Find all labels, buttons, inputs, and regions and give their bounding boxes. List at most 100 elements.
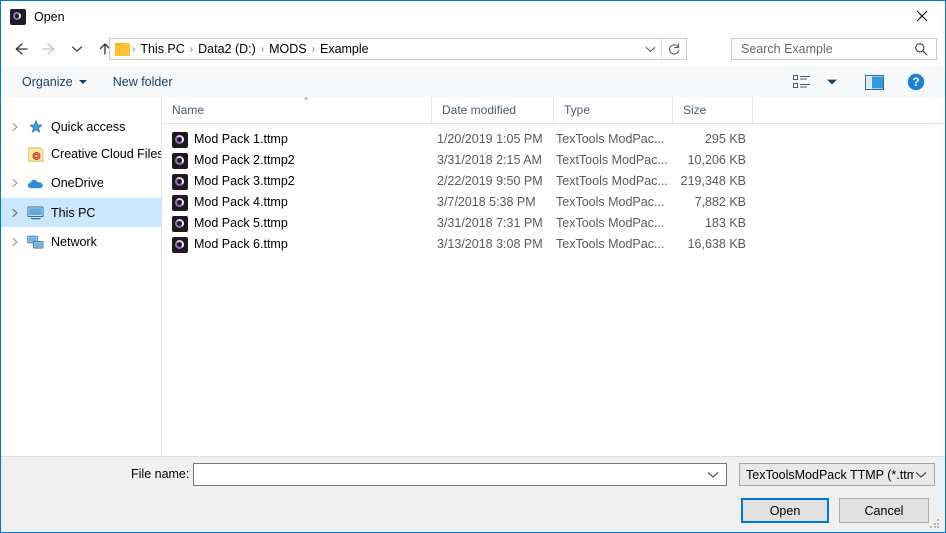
- expander-placeholder: [7, 146, 23, 162]
- navigation-sidebar: Quick access Creative Cloud Files OneDri…: [1, 97, 162, 456]
- back-arrow-icon[interactable]: [7, 35, 35, 63]
- open-button[interactable]: Open: [741, 498, 829, 523]
- file-name-label: Mod Pack 5.ttmp: [194, 216, 288, 230]
- ttmp-file-icon: [172, 131, 188, 148]
- help-icon[interactable]: ?: [901, 70, 931, 94]
- file-size-cell: 219,348 KB: [680, 174, 746, 188]
- table-row[interactable]: Mod Pack 1.ttmp 1/20/2019 1:05 PM TexToo…: [162, 129, 945, 150]
- address-bar-controls: [639, 39, 686, 59]
- file-type-filter-value: TexToolsModPack TTMP (*.ttm: [746, 467, 914, 482]
- chevron-down-icon[interactable]: [915, 471, 927, 479]
- breadcrumb-data2-d[interactable]: Data2 (D:): [195, 42, 259, 56]
- breadcrumb-this-pc[interactable]: This PC: [137, 42, 187, 56]
- sidebar-item-this-pc[interactable]: This PC: [1, 198, 161, 227]
- file-date-cell: 3/31/2018 7:31 PM: [437, 216, 543, 230]
- file-name-label: Mod Pack 2.ttmp2: [194, 153, 295, 167]
- table-row[interactable]: Mod Pack 2.ttmp2 3/31/2018 2:15 AM TextT…: [162, 150, 945, 171]
- organize-label: Organize: [22, 75, 73, 89]
- file-name-label: File name:: [131, 467, 190, 481]
- file-size-cell: 183 KB: [704, 216, 746, 230]
- sidebar-item-quick-access[interactable]: Quick access: [1, 113, 161, 140]
- dialog-footer: File name: TexToolsModPack TTMP (*.ttm O…: [1, 456, 945, 532]
- toolbar-right-group: ?: [787, 70, 931, 94]
- column-header-size[interactable]: Size: [673, 97, 753, 123]
- table-row[interactable]: Mod Pack 5.ttmp 3/31/2018 7:31 PM TexToo…: [162, 213, 945, 234]
- open-file-dialog: Open › This PC › Data2 (D:) › MODS › Exa…: [0, 0, 946, 533]
- file-name-cell[interactable]: Mod Pack 3.ttmp2: [172, 171, 295, 192]
- column-headers: Name ⌃ Date modified Type Size: [162, 97, 945, 124]
- view-options-chevron-down-icon[interactable]: [817, 70, 847, 94]
- search-box[interactable]: [731, 38, 937, 60]
- creative-cloud-icon: [27, 146, 44, 162]
- sidebar-item-label: Creative Cloud Files: [51, 147, 162, 161]
- expander-chevron-icon[interactable]: [7, 119, 23, 135]
- breadcrumb-separator: ›: [311, 43, 315, 55]
- ttmp-file-icon: [172, 236, 188, 253]
- refresh-icon[interactable]: [661, 39, 686, 59]
- column-header-date-modified[interactable]: Date modified: [432, 97, 554, 123]
- file-size-cell: 16,638 KB: [687, 237, 746, 251]
- cancel-button[interactable]: Cancel: [839, 498, 929, 523]
- svg-text:?: ?: [912, 77, 919, 89]
- window-title: Open: [34, 9, 65, 24]
- table-row[interactable]: Mod Pack 6.ttmp 3/13/2018 3:08 PM TexToo…: [162, 234, 945, 255]
- sidebar-item-network[interactable]: Network: [1, 227, 161, 257]
- sidebar-item-creative-cloud-files[interactable]: Creative Cloud Files: [1, 140, 161, 168]
- column-header-type[interactable]: Type: [554, 97, 673, 123]
- file-size-cell: 7,882 KB: [694, 195, 746, 209]
- file-name-cell[interactable]: Mod Pack 2.ttmp2: [172, 150, 295, 171]
- expander-chevron-icon[interactable]: [7, 234, 23, 250]
- breadcrumb-mods[interactable]: MODS: [266, 42, 310, 56]
- file-size-cell: 10,206 KB: [687, 153, 746, 167]
- sidebar-item-onedrive[interactable]: OneDrive: [1, 168, 161, 198]
- table-row[interactable]: Mod Pack 4.ttmp 3/7/2018 5:38 PM TexTool…: [162, 192, 945, 213]
- close-icon[interactable]: [899, 1, 945, 31]
- file-type-cell: TexTools ModPac...: [556, 237, 665, 251]
- file-name-label: Mod Pack 1.ttmp: [194, 132, 288, 146]
- title-bar: Open: [1, 1, 945, 32]
- star-icon: [27, 119, 44, 135]
- expander-chevron-icon[interactable]: [7, 175, 23, 191]
- preview-pane-icon[interactable]: [859, 70, 889, 94]
- file-date-cell: 3/31/2018 2:15 AM: [437, 153, 542, 167]
- expander-chevron-icon[interactable]: [7, 205, 23, 221]
- file-type-filter-combobox[interactable]: TexToolsModPack TTMP (*.ttm: [739, 463, 935, 486]
- file-type-cell: TextTools ModPac...: [556, 153, 668, 167]
- new-folder-label: New folder: [112, 75, 173, 89]
- address-bar[interactable]: › This PC › Data2 (D:) › MODS › Example: [109, 38, 687, 60]
- file-type-cell: TextTools ModPac...: [556, 174, 668, 188]
- search-input[interactable]: [739, 39, 903, 59]
- search-icon[interactable]: [914, 42, 928, 56]
- file-name-cell[interactable]: Mod Pack 5.ttmp: [172, 213, 288, 234]
- forward-arrow-icon: [35, 35, 63, 63]
- file-name-cell[interactable]: Mod Pack 6.ttmp: [172, 234, 288, 255]
- file-date-cell: 3/7/2018 5:38 PM: [437, 195, 536, 209]
- ttmp-file-icon: [172, 215, 188, 232]
- sidebar-item-label: OneDrive: [51, 176, 104, 190]
- sidebar-item-label: Quick access: [51, 119, 126, 134]
- chevron-down-icon: [78, 80, 87, 84]
- table-row[interactable]: Mod Pack 3.ttmp2 2/22/2019 9:50 PM TextT…: [162, 171, 945, 192]
- file-name-input[interactable]: [198, 464, 702, 485]
- chevron-down-icon[interactable]: [707, 471, 719, 479]
- folder-icon: [115, 42, 130, 56]
- file-name-combobox[interactable]: [193, 463, 727, 486]
- file-list-pane: Name ⌃ Date modified Type Size Mod Pack …: [162, 97, 945, 456]
- file-type-cell: TexTools ModPac...: [556, 195, 665, 209]
- recent-locations-chevron-down-icon[interactable]: [63, 35, 91, 63]
- file-type-cell: TexTools ModPac...: [556, 216, 665, 230]
- file-name-cell[interactable]: Mod Pack 1.ttmp: [172, 129, 288, 150]
- new-folder-button[interactable]: New folder: [106, 70, 180, 94]
- file-name-label: Mod Pack 3.ttmp2: [194, 174, 295, 188]
- column-header-name[interactable]: Name: [162, 97, 432, 123]
- ttmp-file-icon: [172, 173, 188, 190]
- list-view-icon[interactable]: [787, 70, 817, 94]
- organize-button[interactable]: Organize: [15, 70, 94, 94]
- file-name-cell[interactable]: Mod Pack 4.ttmp: [172, 192, 288, 213]
- cloud-icon: [27, 175, 44, 191]
- file-type-cell: TexTools ModPac...: [556, 132, 665, 146]
- breadcrumb-example[interactable]: Example: [317, 42, 372, 56]
- sidebar-item-label: This PC: [51, 205, 96, 220]
- resize-grip[interactable]: [930, 519, 941, 530]
- address-chevron-down-icon[interactable]: [639, 39, 661, 59]
